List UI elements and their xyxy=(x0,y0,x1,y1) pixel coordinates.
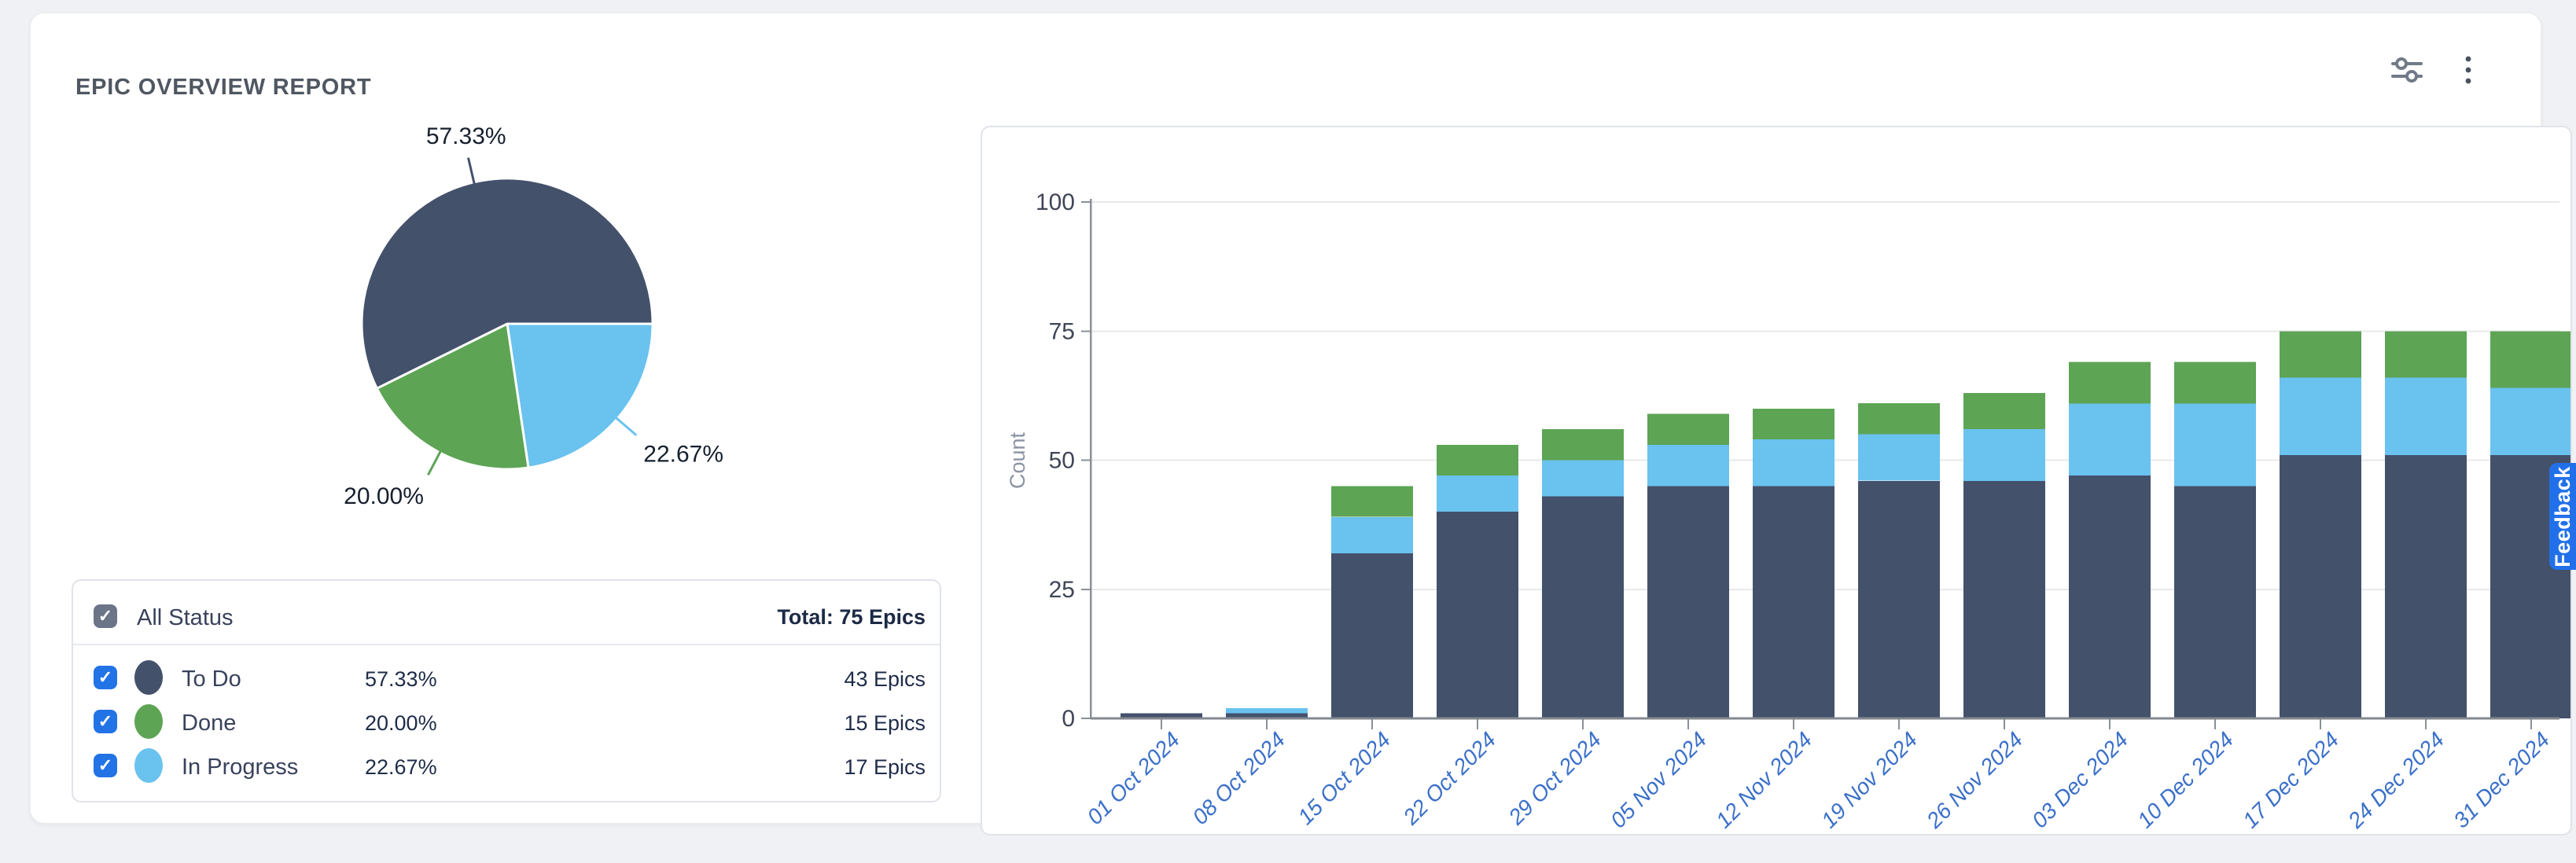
bar-segment-done[interactable] xyxy=(1858,403,1940,434)
all-status-checkbox[interactable]: ✓ xyxy=(94,604,117,628)
legend-row-to-do: ✓ To Do 57.33% 43 Epics xyxy=(73,659,940,696)
done-color-swatch xyxy=(134,704,163,739)
to-do-percent: 57.33% xyxy=(365,667,437,692)
x-axis-date-label[interactable]: 22 Oct 2024 xyxy=(1398,727,1501,830)
bar-segment-in-progress[interactable] xyxy=(2069,403,2151,476)
x-axis-date-label[interactable]: 10 Dec 2024 xyxy=(2133,727,2238,832)
x-axis-date-label[interactable]: 17 Dec 2024 xyxy=(2238,727,2343,832)
bar-segment-in-progress[interactable] xyxy=(1647,445,1729,487)
pie-percent-label: 20.00% xyxy=(344,483,424,509)
bar-segment-to-do[interactable] xyxy=(1331,553,1413,718)
to-do-label: To Do xyxy=(182,667,241,692)
x-axis-date-label[interactable]: 29 Oct 2024 xyxy=(1503,727,1606,830)
bar-segment-done[interactable] xyxy=(2069,362,2151,404)
bar-segment-done[interactable] xyxy=(1437,445,1518,476)
x-axis-date-label[interactable]: 03 Dec 2024 xyxy=(2027,727,2133,832)
bar-segment-done[interactable] xyxy=(2174,362,2256,404)
x-axis-date-label[interactable]: 19 Nov 2024 xyxy=(1816,727,1922,832)
total-epics-label: Total: 75 Epics xyxy=(777,605,926,630)
x-axis-date-label[interactable]: 15 Oct 2024 xyxy=(1293,727,1395,829)
bar-segment-to-do[interactable] xyxy=(2280,455,2361,718)
bar-segment-in-progress[interactable] xyxy=(1331,517,1413,553)
bar-segment-done[interactable] xyxy=(2385,331,2467,377)
bar-segment-done[interactable] xyxy=(2280,331,2361,377)
bar-segment-to-do[interactable] xyxy=(1437,512,1518,718)
feedback-label: Feedback xyxy=(2551,466,2575,567)
epic-overview-report-card: EPIC OVERVIEW REPORT 22. xyxy=(30,13,2541,824)
in-progress-color-swatch xyxy=(134,748,163,783)
status-pie-chart[interactable]: 22.67% 20.00% 57.33% xyxy=(322,123,762,524)
x-axis-date-label[interactable]: 12 Nov 2024 xyxy=(1711,727,1816,832)
x-axis-date-label[interactable]: 31 Dec 2024 xyxy=(2449,727,2554,832)
bar-segment-in-progress[interactable] xyxy=(2280,377,2361,455)
feedback-button[interactable]: Feedback xyxy=(2549,463,2576,570)
bar-segment-in-progress[interactable] xyxy=(2385,377,2467,455)
bar-segment-done[interactable] xyxy=(1753,409,1834,439)
y-axis-title: Count xyxy=(1006,432,1029,489)
y-tick-label: 0 xyxy=(1062,706,1075,732)
legend-divider xyxy=(73,644,940,645)
sliders-settings-icon[interactable] xyxy=(2390,53,2424,87)
to-do-checkbox[interactable]: ✓ xyxy=(94,666,117,689)
x-axis-date-label[interactable]: 01 Oct 2024 xyxy=(1082,727,1184,829)
pie-label-leader-line xyxy=(428,451,440,475)
bar-segment-done[interactable] xyxy=(1647,413,1729,444)
bar-segment-to-do[interactable] xyxy=(1858,481,1940,718)
x-axis-date-label[interactable]: 26 Nov 2024 xyxy=(1921,727,2027,833)
bar-segment-to-do[interactable] xyxy=(1753,486,1834,718)
in-progress-label: In Progress xyxy=(182,755,298,780)
page-title: EPIC OVERVIEW REPORT xyxy=(75,75,371,101)
bar-segment-to-do[interactable] xyxy=(1647,486,1729,718)
done-checkbox[interactable]: ✓ xyxy=(94,710,117,733)
pie-label-leader-line xyxy=(469,158,475,184)
pie-percent-label: 57.33% xyxy=(426,123,506,149)
status-legend-panel: ✓ All Status Total: 75 Epics ✓ To Do 57.… xyxy=(72,579,941,802)
done-label: Done xyxy=(182,711,236,736)
bar-segment-done[interactable] xyxy=(1963,393,2045,429)
y-tick-label: 25 xyxy=(1049,577,1075,603)
bar-segment-in-progress[interactable] xyxy=(1226,708,1308,714)
epic-trend-bar-chart[interactable]: 0 25 50 75 100 01 Oct 202408 Oct 202415 Oct 2… xyxy=(981,126,2572,835)
pie-slice[interactable] xyxy=(507,324,653,468)
bar-segment-to-do[interactable] xyxy=(2385,455,2467,718)
legend-row-all-status: ✓ All Status Total: 75 Epics xyxy=(73,598,940,634)
legend-row-done: ✓ Done 20.00% 15 Epics xyxy=(73,703,940,740)
in-progress-count: 17 Epics xyxy=(844,755,926,780)
kebab-menu-icon[interactable] xyxy=(2451,53,2486,87)
pie-label-leader-line xyxy=(616,418,637,435)
bar-segment-in-progress[interactable] xyxy=(1963,429,2045,481)
bar-segment-in-progress[interactable] xyxy=(1858,435,1940,481)
bar-segment-in-progress[interactable] xyxy=(2174,403,2256,486)
in-progress-checkbox[interactable]: ✓ xyxy=(94,754,117,777)
legend-row-in-progress: ✓ In Progress 22.67% 17 Epics xyxy=(73,747,940,784)
bar-segment-done[interactable] xyxy=(1331,486,1413,516)
to-do-count: 43 Epics xyxy=(844,667,926,692)
y-tick-label: 100 xyxy=(1036,189,1075,215)
pie-percent-label: 22.67% xyxy=(643,442,723,468)
y-tick-label: 50 xyxy=(1049,448,1075,474)
x-axis-date-label[interactable]: 08 Oct 2024 xyxy=(1187,727,1290,829)
to-do-color-swatch xyxy=(134,660,163,695)
bar-segment-to-do[interactable] xyxy=(1963,481,2045,718)
x-axis-date-label[interactable]: 24 Dec 2024 xyxy=(2342,727,2449,833)
bar-segment-in-progress[interactable] xyxy=(1542,461,1624,497)
bar-segment-in-progress[interactable] xyxy=(2490,388,2570,455)
bar-segment-to-do[interactable] xyxy=(1542,497,1624,719)
y-tick-label: 75 xyxy=(1049,318,1075,344)
bar-segment-to-do[interactable] xyxy=(2174,486,2256,718)
bar-segment-done[interactable] xyxy=(1542,429,1624,460)
all-status-label: All Status xyxy=(137,605,234,631)
bar-segment-in-progress[interactable] xyxy=(1437,476,1518,512)
in-progress-percent: 22.67% xyxy=(365,755,437,780)
bar-segment-in-progress[interactable] xyxy=(1753,439,1834,486)
done-percent: 20.00% xyxy=(365,711,437,736)
bar-segment-done[interactable] xyxy=(2490,331,2570,387)
bar-segment-to-do[interactable] xyxy=(2069,476,2151,718)
done-count: 15 Epics xyxy=(844,711,926,736)
card-header-actions xyxy=(2390,53,2486,87)
x-axis-date-label[interactable]: 05 Nov 2024 xyxy=(1606,727,1711,832)
